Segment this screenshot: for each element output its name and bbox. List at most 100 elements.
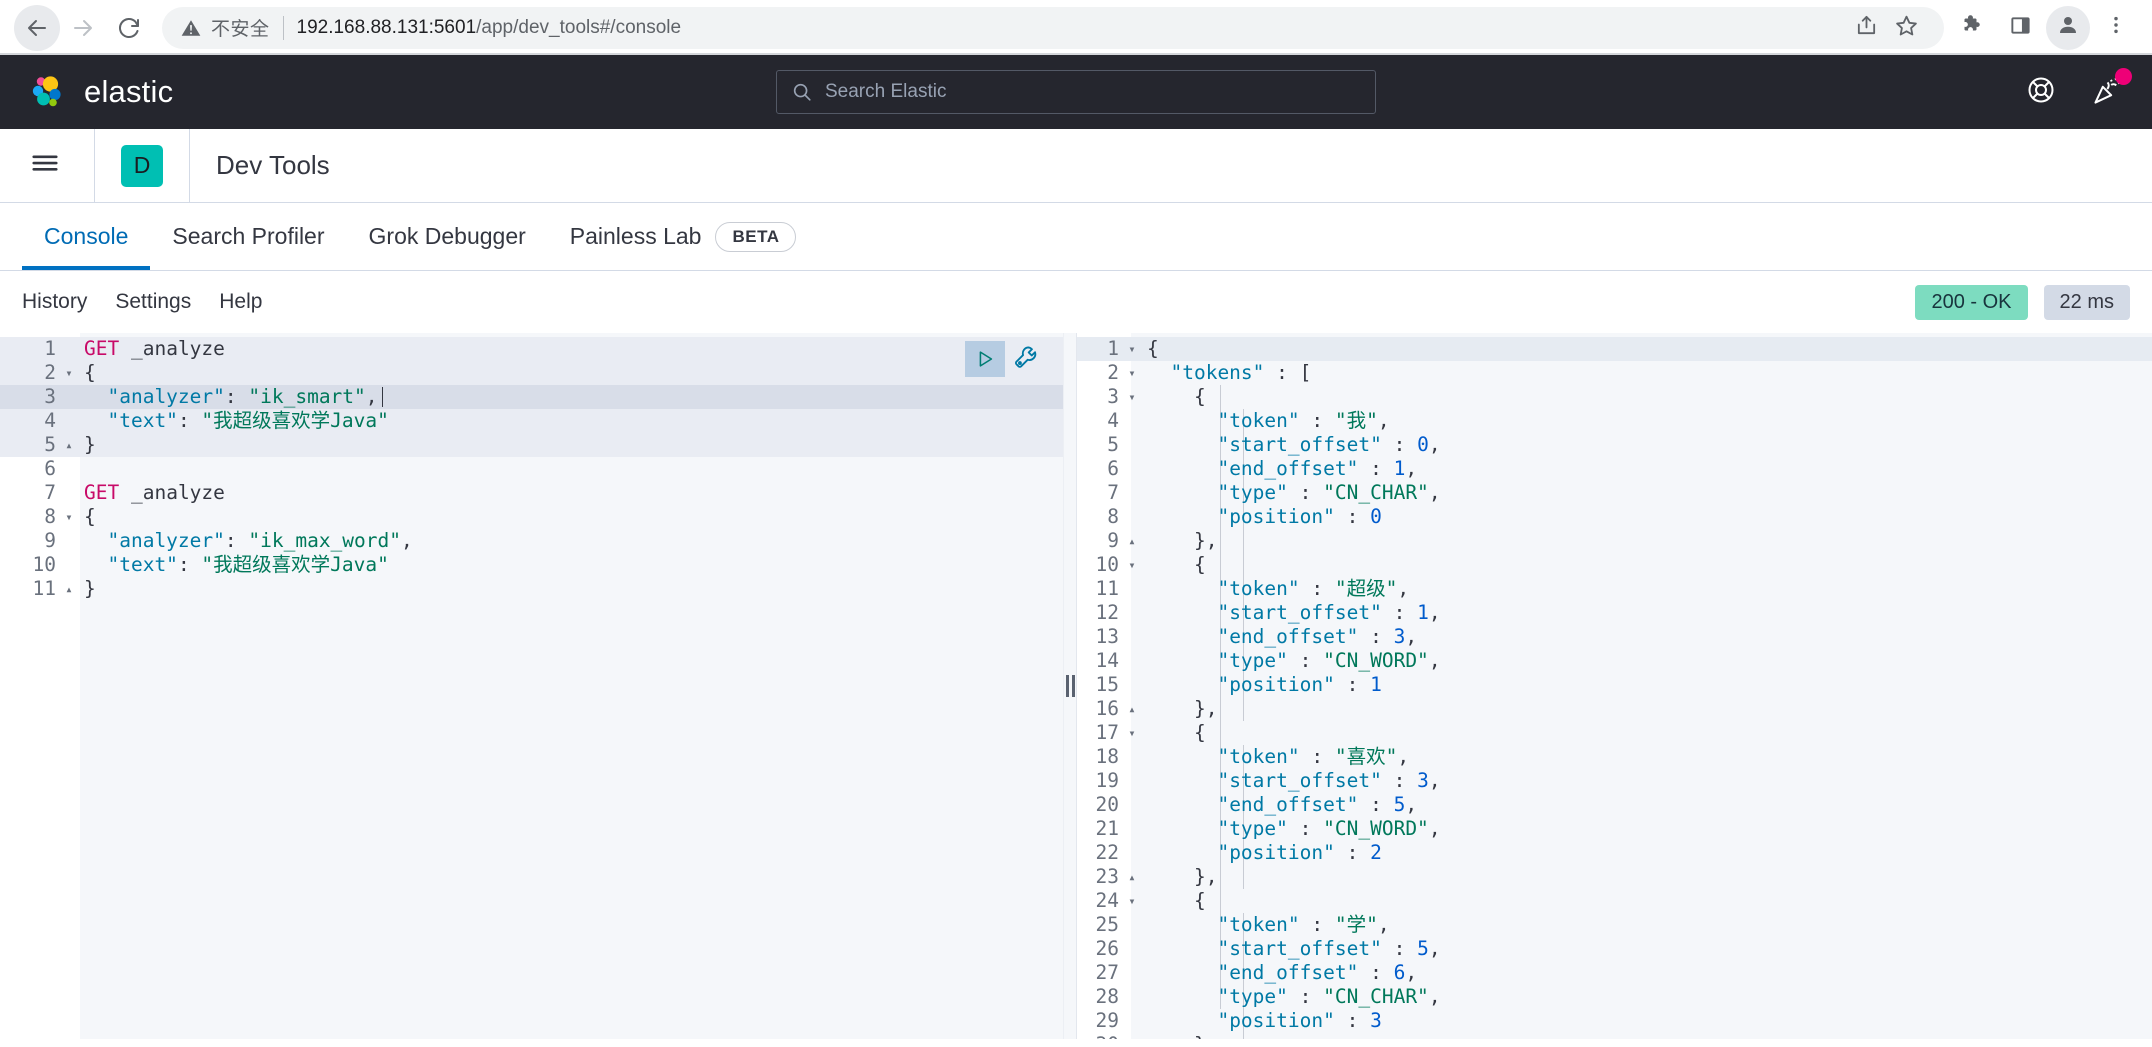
response-line-text: "end_offset" : 1, [1217, 457, 1418, 480]
fold-toggle-icon[interactable]: ▾ [58, 361, 80, 385]
brand-home-link[interactable]: elastic [28, 72, 173, 112]
request-line-text: "text": "我超级喜欢学Java" [107, 553, 389, 576]
request-line-number: 9 [44, 529, 56, 552]
pane-splitter[interactable] [1063, 333, 1077, 1039]
arrow-left-icon [25, 16, 49, 40]
global-search-input[interactable]: Search Elastic [776, 70, 1376, 114]
fold-toggle-icon[interactable]: ▾ [1121, 721, 1143, 745]
extensions-puzzle-icon [1960, 13, 1984, 42]
side-panel-button[interactable] [1998, 6, 2042, 50]
response-line: 21 "type" : "CN_WORD", [1063, 817, 2152, 841]
bookmark-star-icon [1895, 14, 1918, 42]
play-triangle-icon [974, 348, 996, 370]
global-search-container: Search Elastic [776, 70, 1376, 114]
response-line-text: "position" : 2 [1217, 841, 1382, 864]
fold-toggle-icon[interactable]: ▴ [58, 433, 80, 457]
request-line: 9 "analyzer": "ik_max_word", [0, 529, 1063, 553]
request-action-buttons [965, 341, 1039, 377]
fold-toggle-icon[interactable]: ▴ [58, 577, 80, 601]
response-editor-pane[interactable]: 1 ▾{2 ▾ "tokens" : [3 ▾ {4 "token" : "我", 5 … [1063, 333, 2152, 1039]
fold-toggle-icon[interactable]: ▾ [1121, 553, 1143, 577]
fold-toggle-icon[interactable]: ▾ [1121, 337, 1143, 361]
side-panel-icon [2009, 14, 2032, 42]
fold-toggle-icon[interactable]: ▴ [1121, 697, 1143, 721]
fold-toggle-icon[interactable]: ▾ [58, 505, 80, 529]
request-line-number: 8 [44, 505, 56, 528]
fold-toggle-icon[interactable]: ▴ [1121, 865, 1143, 889]
address-bar[interactable]: 不安全 192.168.88.131:5601/app/dev_tools#/c… [162, 6, 1944, 49]
request-line-number: 10 [32, 553, 56, 576]
page-title: Dev Tools [216, 150, 330, 180]
reload-icon [117, 16, 141, 40]
request-line: 5 ▴} [0, 433, 1063, 457]
settings-button[interactable]: Settings [115, 290, 191, 314]
forward-button[interactable] [60, 5, 106, 51]
profile-button[interactable] [2046, 5, 2090, 50]
browser-menu-button[interactable] [2094, 6, 2138, 50]
request-line-text: { [84, 505, 96, 528]
tab-search-profiler[interactable]: Search Profiler [150, 203, 346, 270]
response-line-text: "position" : 3 [1217, 1009, 1382, 1032]
fold-toggle-icon[interactable]: ▾ [1121, 385, 1143, 409]
tab-console[interactable]: Console [22, 203, 151, 270]
request-line-number: 7 [44, 481, 56, 504]
fold-toggle-icon[interactable]: ▾ [1121, 889, 1143, 913]
browser-toolbar: 不安全 192.168.88.131:5601/app/dev_tools#/c… [0, 0, 2152, 55]
fold-toggle-icon[interactable]: ▾ [1121, 361, 1143, 385]
response-line-text: "end_offset" : 5, [1217, 793, 1418, 816]
global-search-placeholder: Search Elastic [825, 81, 947, 102]
header-actions [2026, 67, 2132, 111]
drag-handle-icon [1065, 675, 1075, 697]
response-line-text: { [1193, 553, 1206, 576]
send-request-button[interactable] [965, 341, 1005, 377]
app-badge[interactable]: D [121, 144, 163, 187]
fold-toggle-icon[interactable]: ▴ [1121, 1033, 1143, 1039]
response-editor-code: 1 ▾{2 ▾ "tokens" : [3 ▾ {4 "token" : "我", 5 … [1063, 333, 2152, 1039]
share-icon [1855, 14, 1878, 42]
request-line: 2 ▾{ [0, 361, 1063, 385]
response-line: 3 ▾ { [1063, 385, 2152, 409]
help-button-console[interactable]: Help [219, 290, 262, 314]
help-button[interactable] [2026, 75, 2056, 110]
response-line: 28 "type" : "CN_CHAR", [1063, 985, 2152, 1009]
request-editor-pane[interactable]: 1 GET _analyze 2 ▾{3 "analyzer": "ik_smart"… [0, 333, 1063, 1039]
bookmark-button[interactable] [1886, 8, 1926, 48]
response-line: 15 "position" : 1 [1063, 673, 2152, 697]
response-line: 13 "end_offset" : 3, [1063, 625, 2152, 649]
search-icon [791, 81, 813, 103]
response-line: 27 "end_offset" : 6, [1063, 961, 2152, 985]
response-line-text: "tokens" : [ [1170, 361, 1312, 384]
response-line: 16 ▴ }, [1063, 697, 2152, 721]
request-line-text: "analyzer": "ik_max_word", [107, 529, 413, 552]
request-line-number: 3 [44, 385, 56, 408]
request-line: 1 GET _analyze [0, 337, 1063, 361]
tab-grok-debugger[interactable]: Grok Debugger [347, 203, 548, 270]
fold-toggle-icon[interactable]: ▴ [1121, 529, 1143, 553]
main-menu-button[interactable] [22, 143, 68, 189]
share-button[interactable] [1846, 8, 1886, 48]
app-breadcrumb-bar: D Dev Tools [0, 128, 2152, 203]
request-line-number: 1 [44, 337, 56, 360]
response-line: 9 ▴ }, [1063, 529, 2152, 553]
reload-button[interactable] [106, 5, 152, 51]
notification-dot [2115, 67, 2132, 85]
response-line-text: "start_offset" : 1, [1217, 601, 1441, 624]
arrow-right-icon [71, 16, 95, 40]
tab-console-label: Console [44, 223, 129, 249]
request-editor-code[interactable]: 1 GET _analyze 2 ▾{3 "analyzer": "ik_smart"… [0, 333, 1063, 601]
request-line-text: } [84, 433, 96, 456]
open-documentation-button[interactable] [1013, 344, 1039, 375]
security-status-label: 不安全 [211, 19, 270, 40]
request-line: 10 "text": "我超级喜欢学Java" [0, 553, 1063, 577]
response-line: 10 ▾ { [1063, 553, 2152, 577]
whats-new-button[interactable] [2092, 67, 2132, 111]
response-line: 5 "start_offset" : 0, [1063, 433, 2152, 457]
request-line: 3 "analyzer": "ik_smart", [0, 385, 1063, 409]
extensions-button[interactable] [1950, 6, 1994, 50]
response-line: 19 "start_offset" : 3, [1063, 769, 2152, 793]
response-line: 26 "start_offset" : 5, [1063, 937, 2152, 961]
elastic-logo-icon [28, 72, 68, 112]
history-button[interactable]: History [22, 290, 87, 314]
tab-painless-lab[interactable]: Painless Lab BETA [548, 203, 819, 270]
back-button[interactable] [14, 4, 60, 51]
